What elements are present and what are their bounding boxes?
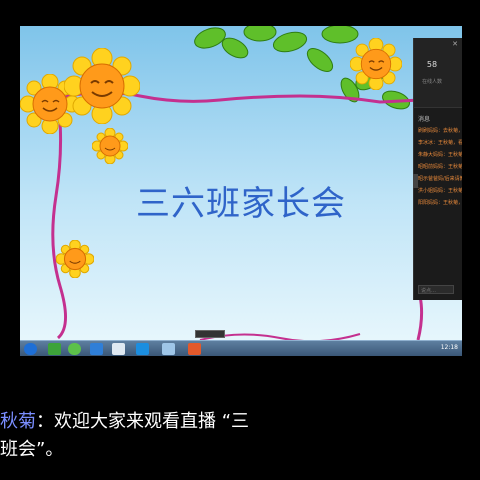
viewer-stats: ✕ 58 在线人数 xyxy=(414,38,462,108)
message-item: 刷刷妈妈：去秋菊，加油 xyxy=(418,128,462,134)
security-icon[interactable] xyxy=(90,343,103,355)
system-tray[interactable] xyxy=(378,345,424,353)
message-item: 昭示爸爸妈/后来请教你 xyxy=(418,176,462,182)
taskbar: 12:18 xyxy=(20,340,462,356)
live-stream-panel: ✕ 58 在线人数 消息 刷刷妈妈：去秋菊，加油 李冰冰：王秋菊，看来没有 朱静… xyxy=(413,38,462,300)
sunflower-icon xyxy=(56,240,94,278)
messages-header: 消息 xyxy=(418,116,431,123)
powerpoint-icon[interactable] xyxy=(188,343,201,355)
message-input[interactable]: 说点… xyxy=(418,285,454,294)
video-stage: 三六班家长会 ✕ 58 在线人数 消息 刷刷妈妈：去秋菊，加油 李冰冰：王秋菊，… xyxy=(0,0,480,480)
close-icon[interactable]: ✕ xyxy=(452,40,458,48)
presentation-slide: 三六班家长会 xyxy=(20,26,462,340)
taskbar-clock: 12:18 xyxy=(440,344,458,351)
caption-line: 班会”。 xyxy=(0,439,64,460)
message-item: 朱静大妈妈：王秋菊，你好 xyxy=(418,152,462,158)
caption-line: 秋菊：欢迎大家来观看直播 “三 xyxy=(0,408,249,435)
browser-icon[interactable] xyxy=(48,343,61,355)
presentation-mini-toolbar[interactable] xyxy=(195,330,225,338)
viewer-count: 58 xyxy=(426,60,438,69)
message-item: 阳阳妈妈：王秋菊，你好 xyxy=(418,200,462,206)
refresh-icon[interactable] xyxy=(68,343,81,355)
chat-icon[interactable] xyxy=(112,343,125,355)
speaker-name: 秋菊 xyxy=(0,411,36,432)
sunflower-icon xyxy=(92,128,128,164)
message-item: 洪小姐妈妈：王秋菊，你 xyxy=(418,188,462,194)
message-list: 刷刷妈妈：去秋菊，加油 李冰冰：王秋菊，看来没有 朱静大妈妈：王秋菊，你好 昭昭… xyxy=(414,127,462,211)
ie-icon[interactable] xyxy=(24,343,37,355)
caption-separator: ： xyxy=(36,411,54,432)
panel-collapse-handle[interactable] xyxy=(413,174,418,188)
viewer-label: 在线人数 xyxy=(421,79,442,85)
message-item: 李冰冰：王秋菊，看来没有 xyxy=(418,140,462,146)
photo-icon[interactable] xyxy=(162,343,175,355)
sunflower-icon xyxy=(64,48,140,124)
message-item: 昭昭前妈妈：王秋菊，已 xyxy=(418,164,462,170)
photographed-monitor: 三六班家长会 ✕ 58 在线人数 消息 刷刷妈妈：去秋菊，加油 李冰冰：王秋菊，… xyxy=(20,26,462,356)
app-icon[interactable] xyxy=(136,343,149,355)
sunflower-icon xyxy=(350,38,402,90)
caption-text: 欢迎大家来观看直播 “三 xyxy=(54,411,250,432)
slide-title: 三六班家长会 xyxy=(136,184,346,224)
